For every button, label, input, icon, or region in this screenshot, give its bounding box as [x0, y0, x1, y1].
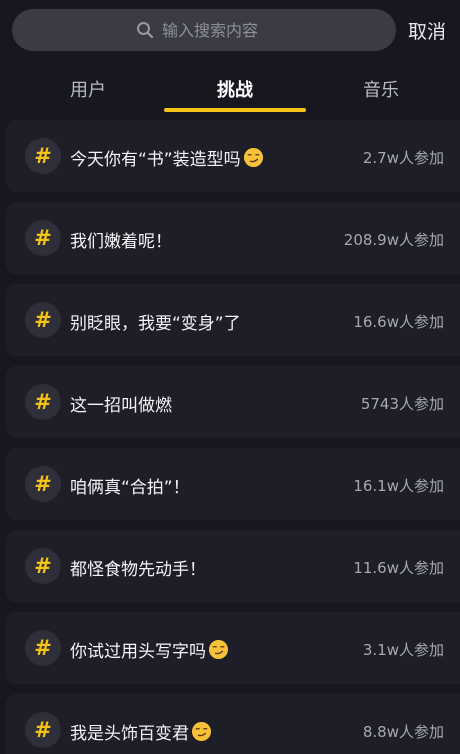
challenge-item[interactable]: # 我们嫩着呢！ 208.9w人参加 [6, 202, 460, 274]
challenge-search-screen: 取消 用户 挑战 音乐 # 今天你有“书”装造型吗 2.7w人参加 # 我们嫩着… [0, 0, 460, 754]
challenge-item[interactable]: # 我是头饰百变君 8.8w人参加 [6, 694, 460, 754]
participant-count: 16.1w人参加 [353, 477, 444, 495]
challenge-item[interactable]: # 别眨眼，我要“变身”了 16.6w人参加 [6, 284, 460, 356]
participant-count: 2.7w人参加 [362, 149, 444, 167]
hashtag-icon: # [25, 548, 61, 584]
challenge-title: 这一招叫做燃 [70, 396, 172, 416]
search-input[interactable] [162, 20, 272, 40]
challenge-item[interactable]: # 都怪食物先动手！ 11.6w人参加 [6, 530, 460, 602]
hashtag-icon: # [25, 138, 61, 174]
tab-music[interactable]: 音乐 [321, 76, 441, 102]
hashtag-icon: # [25, 712, 61, 748]
challenge-item[interactable]: # 咱俩真“合拍”！ 16.1w人参加 [6, 448, 460, 520]
participant-count: 3.1w人参加 [362, 641, 444, 659]
smirk-emoji-icon [191, 721, 212, 747]
search-box[interactable] [12, 9, 396, 51]
participant-count: 11.6w人参加 [353, 559, 444, 577]
participant-count: 208.9w人参加 [343, 231, 444, 249]
tab-challenges[interactable]: 挑战 [175, 76, 295, 102]
smirk-emoji-icon [243, 147, 264, 173]
tab-bar: 用户 挑战 音乐 [0, 62, 460, 112]
active-tab-indicator [164, 108, 306, 112]
challenge-title: 我们嫩着呢！ [70, 232, 172, 252]
challenge-title: 你试过用头写字吗 [70, 637, 229, 665]
search-bar-row: 取消 [0, 0, 460, 62]
tab-users[interactable]: 用户 [28, 76, 148, 102]
search-icon [136, 21, 154, 39]
challenge-item[interactable]: # 今天你有“书”装造型吗 2.7w人参加 [6, 120, 460, 192]
challenge-title: 今天你有“书”装造型吗 [70, 145, 264, 173]
hashtag-icon: # [25, 302, 61, 338]
participant-count: 5743人参加 [360, 395, 444, 413]
challenge-title: 咱俩真“合拍”！ [70, 478, 190, 498]
hashtag-icon: # [25, 384, 61, 420]
challenge-title: 别眨眼，我要“变身”了 [70, 314, 241, 334]
challenge-item[interactable]: # 这一招叫做燃 5743人参加 [6, 366, 460, 438]
challenge-title: 我是头饰百变君 [70, 719, 212, 747]
hashtag-icon: # [25, 466, 61, 502]
challenge-title: 都怪食物先动手！ [70, 560, 206, 580]
participant-count: 8.8w人参加 [362, 723, 444, 741]
participant-count: 16.6w人参加 [353, 313, 444, 331]
smirk-emoji-icon [208, 639, 229, 665]
challenge-item[interactable]: # 你试过用头写字吗 3.1w人参加 [6, 612, 460, 684]
hashtag-icon: # [25, 220, 61, 256]
cancel-button[interactable]: 取消 [408, 17, 446, 44]
hashtag-icon: # [25, 630, 61, 666]
